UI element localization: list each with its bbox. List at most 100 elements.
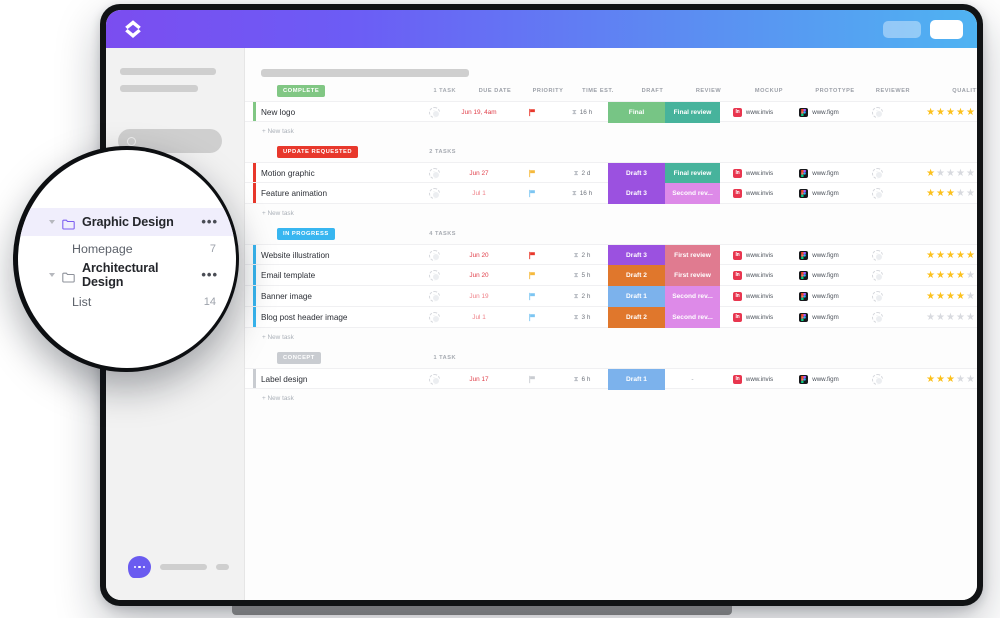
priority-flag-icon[interactable] — [508, 165, 556, 183]
task-name-cell[interactable]: Email template — [245, 270, 450, 281]
star-icon[interactable]: ★ — [936, 250, 945, 261]
due-date-cell[interactable]: Jun 19, 4am — [450, 109, 508, 117]
more-options-icon[interactable]: ••• — [201, 215, 218, 228]
add-reviewer-icon[interactable] — [871, 250, 883, 261]
table-row[interactable]: Blog post header image Jul 1 ⧗ 3 h Draft 2 Se… — [245, 307, 977, 328]
new-task-button[interactable]: + New task — [245, 122, 977, 138]
chat-bubble-icon[interactable] — [128, 556, 151, 578]
priority-flag-icon[interactable] — [508, 309, 556, 327]
reviewer-cell[interactable] — [852, 374, 902, 385]
mockup-cell[interactable]: In www.invis — [720, 189, 786, 198]
star-icon[interactable]: ★ — [926, 168, 935, 179]
star-icon[interactable]: ★ — [946, 312, 955, 323]
new-task-button[interactable]: + New task — [245, 204, 977, 220]
prototype-cell[interactable]: www.figm — [786, 271, 852, 280]
star-icon[interactable]: ★ — [966, 312, 975, 323]
mockup-cell[interactable]: In www.invis — [720, 375, 786, 384]
priority-flag-icon[interactable] — [508, 371, 556, 389]
table-row[interactable]: Email template Jun 20 ⧗ 5 h Draft 2 First rev… — [245, 265, 977, 286]
star-icon[interactable]: ★ — [946, 374, 955, 385]
draft-cell[interactable]: Draft 3 — [608, 183, 665, 204]
ghost-pill-button[interactable] — [883, 20, 921, 38]
add-reviewer-icon[interactable] — [871, 188, 883, 199]
time-estimate-cell[interactable]: ⧗ 16 h — [556, 109, 608, 117]
draft-cell[interactable]: Draft 1 — [608, 286, 665, 307]
prototype-cell[interactable]: www.figm — [786, 169, 852, 178]
assignee-avatar-placeholder[interactable] — [429, 107, 440, 118]
table-row[interactable]: Website illustration Jun 20 ⧗ 2 h Draft 3 Fir… — [245, 244, 977, 266]
assignee-avatar-placeholder[interactable] — [429, 250, 440, 261]
draft-cell[interactable]: Final — [608, 102, 665, 123]
prototype-cell[interactable]: www.figm — [786, 189, 852, 198]
add-reviewer-icon[interactable] — [871, 168, 883, 179]
reviewer-cell[interactable] — [852, 250, 902, 261]
task-name-cell[interactable]: Motion graphic — [245, 168, 450, 179]
review-cell[interactable]: Second rev... — [665, 286, 720, 307]
mockup-cell[interactable]: In www.invis — [720, 251, 786, 260]
star-icon[interactable]: ★ — [966, 270, 975, 281]
review-cell[interactable]: - — [665, 369, 720, 390]
star-icon[interactable]: ★ — [936, 188, 945, 199]
star-icon[interactable]: ★ — [956, 107, 965, 118]
quality-rating[interactable]: ★ ★ ★ ★ ★ — [902, 270, 977, 281]
sidebar-list-homepage[interactable]: Homepage 7 — [18, 236, 236, 261]
star-icon[interactable]: ★ — [946, 107, 955, 118]
due-date-cell[interactable]: Jun 19 — [450, 293, 508, 301]
star-icon[interactable]: ★ — [956, 168, 965, 179]
quality-rating[interactable]: ★ ★ ★ ★ ★ — [902, 168, 977, 179]
quality-rating[interactable]: ★ ★ ★ ★ ★ — [902, 374, 977, 385]
star-icon[interactable]: ★ — [936, 312, 945, 323]
due-date-cell[interactable]: Jun 27 — [450, 170, 508, 178]
add-reviewer-icon[interactable] — [871, 291, 883, 302]
prototype-cell[interactable]: www.figm — [786, 313, 852, 322]
star-icon[interactable]: ★ — [946, 250, 955, 261]
review-cell[interactable]: First review — [665, 245, 720, 266]
star-icon[interactable]: ★ — [956, 374, 965, 385]
star-icon[interactable]: ★ — [946, 168, 955, 179]
star-icon[interactable]: ★ — [946, 291, 955, 302]
star-icon[interactable]: ★ — [926, 374, 935, 385]
draft-cell[interactable]: Draft 2 — [608, 265, 665, 286]
draft-cell[interactable]: Draft 2 — [608, 307, 665, 328]
reviewer-cell[interactable] — [852, 107, 902, 118]
new-task-button[interactable]: + New task — [245, 328, 977, 344]
add-reviewer-icon[interactable] — [871, 374, 883, 385]
draft-cell[interactable]: Draft 1 — [608, 369, 665, 390]
star-icon[interactable]: ★ — [926, 312, 935, 323]
mockup-cell[interactable]: In www.invis — [720, 271, 786, 280]
assignee-avatar-placeholder[interactable] — [429, 291, 440, 302]
star-icon[interactable]: ★ — [946, 188, 955, 199]
task-name-cell[interactable]: Banner image — [245, 291, 450, 302]
star-icon[interactable]: ★ — [966, 291, 975, 302]
star-icon[interactable]: ★ — [956, 312, 965, 323]
new-task-button[interactable]: + New task — [245, 389, 977, 405]
star-icon[interactable]: ★ — [936, 168, 945, 179]
reviewer-cell[interactable] — [852, 270, 902, 281]
due-date-cell[interactable]: Jul 1 — [450, 314, 508, 322]
quality-rating[interactable]: ★ ★ ★ ★ ★ — [902, 291, 977, 302]
priority-flag-icon[interactable] — [508, 185, 556, 203]
prototype-cell[interactable]: www.figm — [786, 108, 852, 117]
table-row[interactable]: Feature animation Jul 1 ⧗ 16 h Draft 3 Second… — [245, 183, 977, 204]
draft-cell[interactable]: Draft 3 — [608, 163, 665, 184]
prototype-cell[interactable]: www.figm — [786, 375, 852, 384]
star-icon[interactable]: ★ — [936, 374, 945, 385]
review-cell[interactable]: Second rev... — [665, 183, 720, 204]
table-row[interactable]: Label design Jun 17 ⧗ 6 h Draft 1- In www.invi… — [245, 368, 977, 390]
star-icon[interactable]: ★ — [966, 107, 975, 118]
mockup-cell[interactable]: In www.invis — [720, 169, 786, 178]
assignee-avatar-placeholder[interactable] — [429, 168, 440, 179]
prototype-cell[interactable]: www.figm — [786, 292, 852, 301]
time-estimate-cell[interactable]: ⧗ 2 h — [556, 293, 608, 301]
quality-rating[interactable]: ★ ★ ★ ★ ★ — [902, 107, 977, 118]
assignee-avatar-placeholder[interactable] — [429, 374, 440, 385]
add-reviewer-icon[interactable] — [871, 312, 883, 323]
add-reviewer-icon[interactable] — [871, 107, 883, 118]
quality-rating[interactable]: ★ ★ ★ ★ ★ — [902, 312, 977, 323]
mockup-cell[interactable]: In www.invis — [720, 292, 786, 301]
task-name-cell[interactable]: New logo — [245, 107, 450, 118]
priority-flag-icon[interactable] — [508, 247, 556, 265]
star-icon[interactable]: ★ — [956, 291, 965, 302]
more-options-icon[interactable]: ••• — [201, 268, 218, 281]
quality-rating[interactable]: ★ ★ ★ ★ ★ — [902, 250, 977, 261]
